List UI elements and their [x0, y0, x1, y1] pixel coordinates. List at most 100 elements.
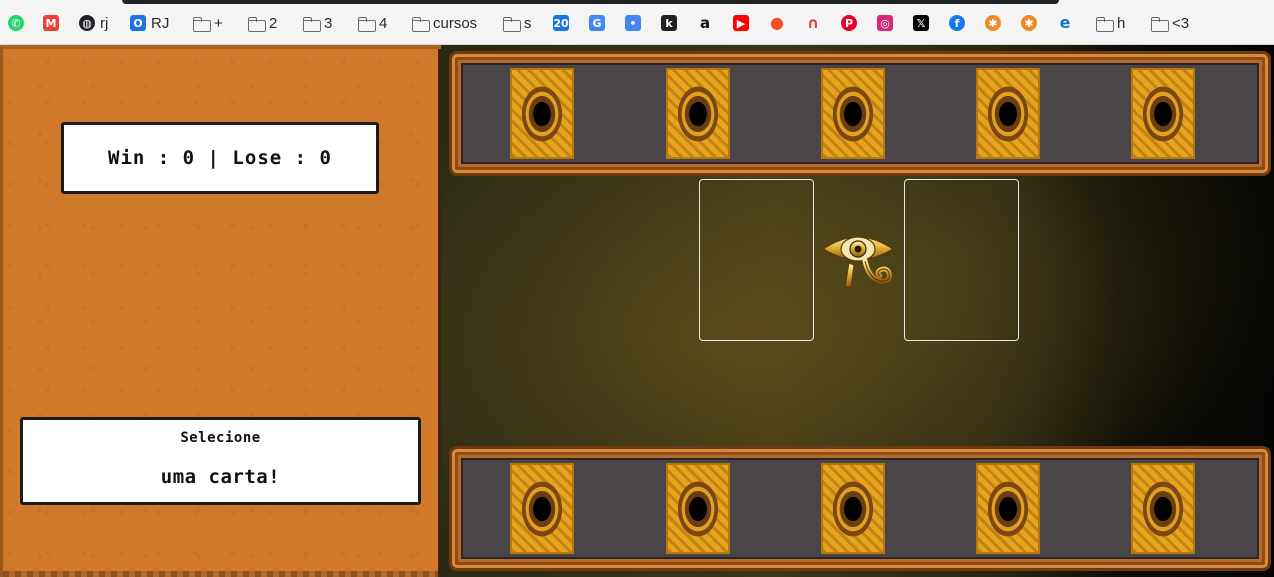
bookmark-3[interactable]: 3 [303, 13, 332, 33]
bookmark-headphones[interactable]: ∩ [805, 13, 821, 33]
folder-icon [503, 16, 521, 32]
bookmark-RJ[interactable]: O RJ [130, 13, 169, 33]
bookmark-badge[interactable]: ✱ [985, 13, 1001, 33]
folder-icon [193, 16, 211, 32]
duel-field [441, 45, 1274, 577]
bookmark-h[interactable]: h [1096, 13, 1125, 33]
player-card-1[interactable] [510, 463, 574, 554]
bookmark-translate[interactable]: G [589, 13, 605, 33]
eye-of-wdjat-icon [821, 236, 895, 288]
bookmark-rj[interactable]: ◍ rj [79, 13, 108, 33]
bookmark-2[interactable]: 2 [248, 13, 277, 33]
bookmark-heart[interactable]: <3 [1151, 13, 1189, 33]
globe-icon: ◍ [79, 15, 95, 31]
card-back-pattern [676, 478, 720, 539]
bookmark-pinterest[interactable]: P [841, 13, 857, 33]
folder-icon [1096, 16, 1114, 32]
youtube-icon: ▶ [733, 15, 749, 31]
computer-card-slot [904, 179, 1019, 341]
card-info-subtitle: uma carta! [160, 466, 281, 488]
bookmark-label: rj [100, 14, 109, 32]
gmail-icon: M [43, 15, 59, 31]
bookmark-4[interactable]: 4 [358, 13, 387, 33]
bookmark-label: <3 [1172, 14, 1190, 32]
instagram-icon: ◎ [877, 15, 893, 31]
bookmark-label: RJ [151, 14, 170, 32]
player-card-slot [699, 179, 814, 341]
computer-card-1 [510, 68, 574, 159]
side-panel: Win : 0 | Lose : 0 Selecione uma carta! [0, 45, 444, 577]
card-back-pattern [676, 83, 720, 144]
folder-icon [248, 16, 266, 32]
bookmark-amazon[interactable]: a [697, 13, 713, 33]
folder-icon [303, 16, 321, 32]
card-back-pattern [520, 83, 564, 144]
bookmark-plus[interactable]: + [193, 13, 223, 33]
bookmark-tool[interactable]: k [661, 13, 677, 33]
computer-card-3 [821, 68, 885, 159]
bookmark-label: s [524, 14, 532, 32]
badge-icon: ✱ [1021, 15, 1037, 31]
card-back-pattern [986, 83, 1030, 144]
card-info-box: Selecione uma carta! [20, 417, 421, 505]
folder-icon [1151, 16, 1169, 32]
player-card-2[interactable] [666, 463, 730, 554]
score-box: Win : 0 | Lose : 0 [61, 122, 379, 194]
computer-hand-tray [461, 63, 1259, 164]
bookmark-label: 2 [269, 14, 278, 32]
facebook-icon: f [949, 15, 965, 31]
assistant-icon: • [625, 15, 641, 31]
computer-hand [449, 51, 1271, 176]
translate-icon: G [589, 15, 605, 31]
bookmark-badge[interactable]: ✱ [1021, 13, 1037, 33]
card-info-title: Selecione [180, 430, 261, 446]
bookmark-whatsapp[interactable]: ✆ [8, 13, 24, 33]
card-back-pattern [831, 478, 875, 539]
bookmark-assistant[interactable]: • [625, 13, 641, 33]
bookmark-facebook[interactable]: f [949, 13, 965, 33]
bookmark-label: 3 [324, 14, 333, 32]
score-text: Win : 0 | Lose : 0 [108, 147, 332, 169]
edge-icon: e [1059, 13, 1071, 32]
x-icon: 𝕏 [913, 15, 929, 31]
bookmark-label: cursos [433, 14, 478, 32]
bookmarks-bar: ✆ M ◍ rj O RJ +2 3 4 cursos s 20 G • k a ▶ ● ∩ P ◎ 𝕏f ✱ ✱ e h <3 [0, 0, 1274, 45]
card-back-pattern [1141, 83, 1185, 144]
bookmark-label: + [214, 14, 223, 32]
bookmark-calendar[interactable]: 20 [553, 13, 569, 33]
panel-bottom-border [3, 571, 441, 577]
bookmark-label: 4 [379, 14, 388, 32]
bookmark-x[interactable]: 𝕏 [913, 13, 929, 33]
card-back-pattern [520, 478, 564, 539]
bookmark-gmail[interactable]: M [43, 13, 59, 33]
whatsapp-icon: ✆ [8, 15, 24, 31]
computer-card-4 [976, 68, 1040, 159]
card-back-pattern [831, 83, 875, 144]
amazon-icon: a [699, 13, 711, 32]
bookmark-s[interactable]: s [503, 13, 532, 33]
bookmark-edge[interactable]: e [1057, 13, 1073, 33]
calendar-icon: 20 [553, 15, 569, 31]
tool-icon: k [661, 15, 677, 31]
bookmark-label: h [1117, 14, 1126, 32]
player-hand [449, 446, 1271, 571]
player-hand-tray [461, 458, 1259, 559]
app-icon: O [130, 15, 146, 31]
computer-card-2 [666, 68, 730, 159]
bookmark-youtube[interactable]: ▶ [733, 13, 749, 33]
card-back-pattern [1141, 478, 1185, 539]
bookmark-cursos[interactable]: cursos [412, 13, 477, 33]
folder-icon [412, 16, 430, 32]
pinterest-icon: P [841, 15, 857, 31]
orange-circle-icon: ● [770, 13, 784, 32]
bookmark-instagram[interactable]: ◎ [877, 13, 893, 33]
player-card-4[interactable] [976, 463, 1040, 554]
player-card-3[interactable] [821, 463, 885, 554]
folder-icon [358, 16, 376, 32]
headphones-icon: ∩ [806, 13, 820, 32]
computer-card-5 [1131, 68, 1195, 159]
player-card-5[interactable] [1131, 463, 1195, 554]
card-back-pattern [986, 478, 1030, 539]
badge-icon: ✱ [985, 15, 1001, 31]
bookmark-orange-circle[interactable]: ● [769, 13, 785, 33]
